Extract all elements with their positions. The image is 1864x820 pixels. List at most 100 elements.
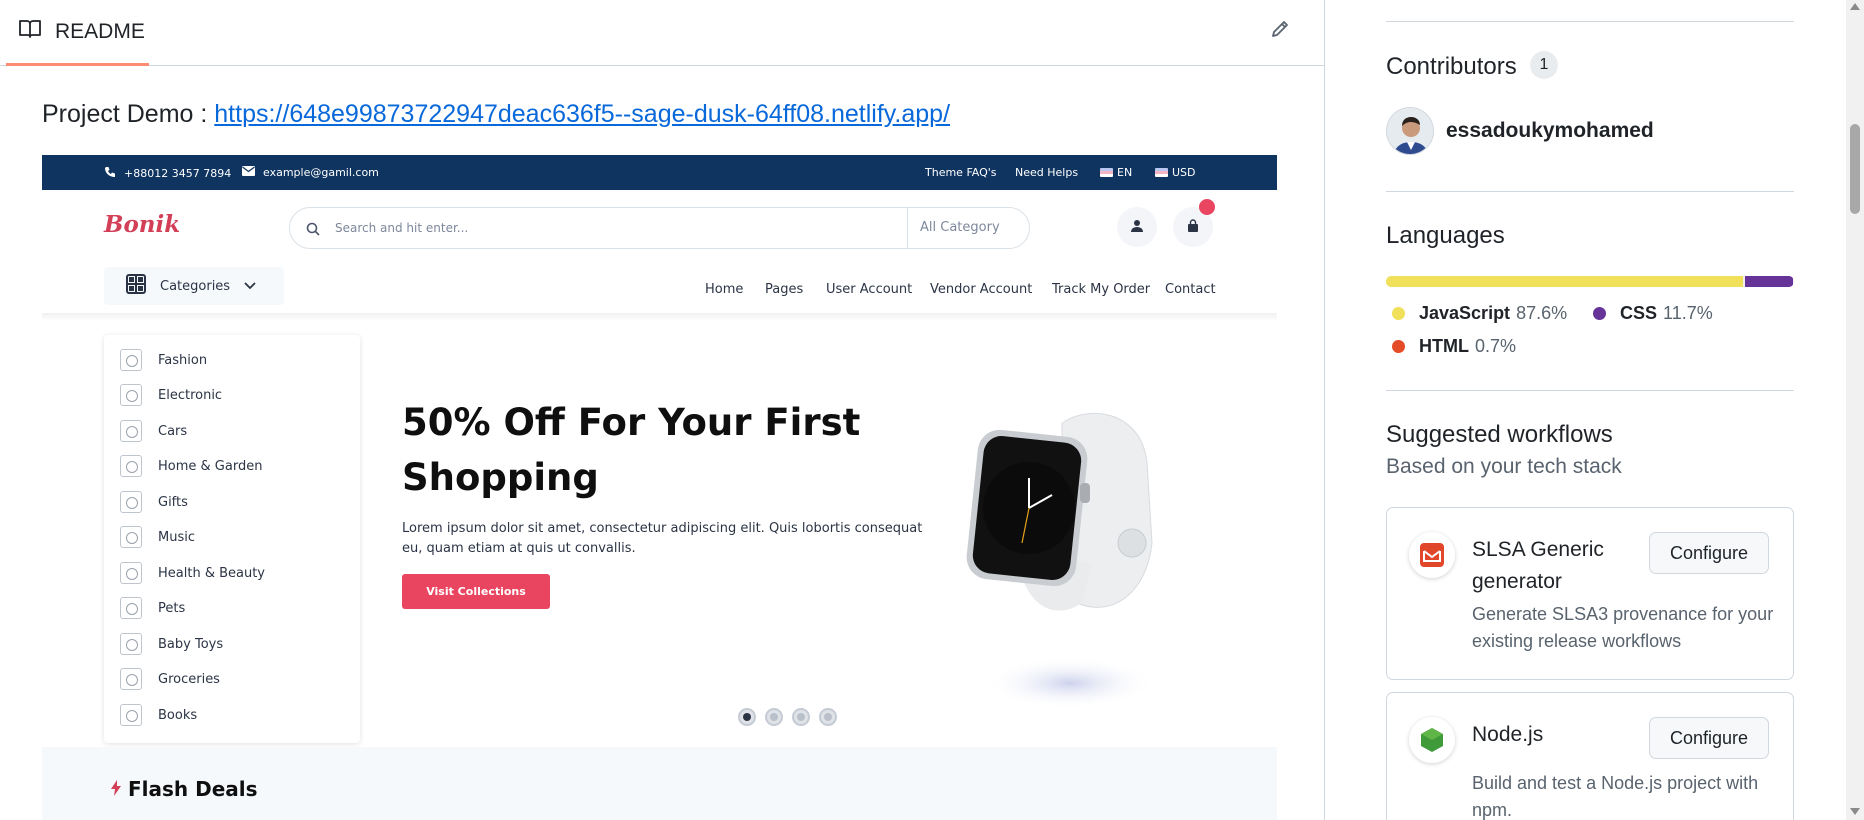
configure-button[interactable]: Configure: [1649, 532, 1769, 574]
demo-hero-text: Lorem ipsum dolor sit amet, consectetur …: [402, 521, 923, 556]
project-demo-link[interactable]: https://648e99873722947deac636f5--sage-d…: [214, 100, 950, 128]
contributors-count: 1: [1530, 51, 1558, 79]
demo-hero-title: 50% Off For Your First Shopping: [402, 401, 861, 499]
language-percent: 87.6%: [1516, 303, 1568, 323]
demo-help-link: Need Helps: [1015, 166, 1078, 179]
divider: [1386, 21, 1794, 22]
carousel-dot: [738, 708, 756, 726]
workflow-title: Node.js: [1472, 723, 1544, 746]
demo-language-text: EN: [1117, 166, 1133, 179]
demo-cart-badge: [1199, 199, 1215, 215]
language-percent: 0.7%: [1474, 336, 1517, 356]
demo-category-label: Pets: [158, 600, 186, 616]
demo-search-placeholder: Search and hit enter...: [335, 221, 469, 235]
demo-nav-pages: Pages: [765, 282, 804, 297]
workflow-card: SLSA Generic generator Generate SLSA3 pr…: [1386, 507, 1794, 680]
demo-category-item: Groceries: [120, 668, 220, 690]
demo-logo: Bonik: [104, 211, 181, 238]
demo-hero-button: Visit Collections: [402, 574, 550, 609]
configure-button[interactable]: Configure: [1649, 717, 1769, 759]
demo-nav-contact: Contact: [1165, 282, 1216, 297]
demo-category-item: Pets: [120, 597, 185, 619]
demo-phone-text: +88012 3457 7894: [124, 167, 232, 180]
demo-phone: +88012 3457 7894: [104, 166, 231, 181]
demo-category-label: Health & Beauty: [158, 565, 266, 581]
carousel-dot: [765, 708, 783, 726]
category-icon: [120, 562, 142, 584]
carousel-dot: [819, 708, 837, 726]
broken-image-icon: [120, 384, 142, 406]
demo-screenshot: +88012 3457 7894 example@gamil.com Theme…: [42, 155, 1277, 820]
language-percent: 11.7%: [1663, 303, 1713, 323]
suggested-workflows-subtitle: Based on your tech stack: [1386, 455, 1622, 478]
language-item[interactable]: CSS 11.7%: [1593, 303, 1713, 324]
demo-flash-deals-title: Flash Deals: [128, 777, 258, 801]
chevron-down-icon: [244, 279, 256, 294]
demo-email: example@gamil.com: [242, 166, 379, 179]
demo-search-category: All Category: [907, 208, 1029, 248]
edit-readme-button[interactable]: [1265, 16, 1295, 46]
demo-nav-vendor-account: Vendor Account: [930, 282, 1033, 297]
category-icon: [120, 526, 142, 548]
demo-user-button: [1117, 207, 1157, 247]
language-name: JavaScript: [1419, 303, 1511, 323]
demo-flash-deals: Flash Deals: [42, 747, 1277, 820]
demo-category-item: Cars: [120, 420, 187, 442]
demo-nav-shadow: [42, 313, 1277, 321]
demo-categories-label: Categories: [160, 278, 231, 294]
demo-category-label: Baby Toys: [158, 636, 224, 652]
demo-category-label: Books: [158, 707, 198, 723]
flag-icon: [1100, 168, 1113, 177]
demo-category-label: Groceries: [158, 671, 220, 687]
category-icon: [120, 668, 142, 690]
language-color-dot: [1392, 340, 1405, 353]
language-item[interactable]: JavaScript 87.6%: [1392, 303, 1567, 324]
readme-header: README: [0, 0, 1324, 66]
category-icon: [120, 420, 142, 442]
category-icon: [120, 455, 142, 477]
languages-heading: Languages: [1386, 222, 1505, 249]
suggested-workflows-heading: Suggested workflows: [1386, 421, 1613, 448]
repo-sidebar: Contributors 1 essadoukymohamed Language…: [1326, 0, 1846, 820]
user-icon: [1130, 218, 1144, 237]
language-item[interactable]: HTML 0.7%: [1392, 336, 1516, 357]
project-demo-line: Project Demo : https://648e99873722947de…: [42, 100, 950, 129]
demo-search-bar: Search and hit enter... All Category: [289, 207, 1030, 249]
demo-category-item: Home & Garden: [120, 455, 262, 477]
demo-category-list: Fashion Electronic Cars Home & Garden Gi…: [104, 335, 360, 743]
language-bar-segment: [1745, 276, 1794, 287]
category-icon: [120, 349, 142, 371]
demo-category-label: Gifts: [158, 494, 188, 510]
demo-faq-text: Theme FAQ's: [925, 166, 997, 179]
workflow-card: Node.js Build and test a Node.js project…: [1386, 692, 1794, 820]
scroll-down-arrow-icon[interactable]: [1850, 808, 1860, 815]
workflow-title: SLSA Generic generator: [1472, 538, 1604, 593]
category-icon: [120, 597, 142, 619]
page: README Project Demo : https://648e998737…: [0, 0, 1864, 820]
demo-category-label: Home & Garden: [158, 458, 263, 474]
grid-icon: [126, 274, 146, 298]
scrollbar-thumb[interactable]: [1850, 124, 1860, 214]
divider: [1386, 191, 1794, 192]
readme-panel: README Project Demo : https://648e998737…: [0, 0, 1325, 820]
category-icon: [120, 704, 142, 726]
demo-nav-home: Home: [705, 282, 744, 297]
demo-email-text: example@gamil.com: [263, 166, 379, 179]
demo-category-item: Baby Toys: [120, 633, 223, 655]
language-name: HTML: [1419, 336, 1469, 356]
demo-carousel-dots: [738, 708, 837, 726]
readme-tab[interactable]: README: [6, 0, 149, 66]
carousel-dot: [792, 708, 810, 726]
demo-help-text: Need Helps: [1015, 166, 1079, 179]
contributors-heading[interactable]: Contributors: [1386, 53, 1517, 81]
scroll-up-arrow-icon[interactable]: [1850, 3, 1860, 10]
slsa-logo-icon: [1409, 532, 1455, 578]
phone-icon: [104, 166, 116, 181]
contributor-name[interactable]: essadoukymohamed: [1446, 119, 1654, 143]
avatar[interactable]: [1386, 107, 1434, 155]
demo-category-label: Fashion: [158, 352, 208, 368]
demo-topbar: +88012 3457 7894 example@gamil.com Theme…: [42, 155, 1277, 190]
page-scrollbar[interactable]: [1846, 0, 1864, 820]
search-icon: [306, 221, 320, 240]
bag-icon: [1186, 218, 1200, 237]
